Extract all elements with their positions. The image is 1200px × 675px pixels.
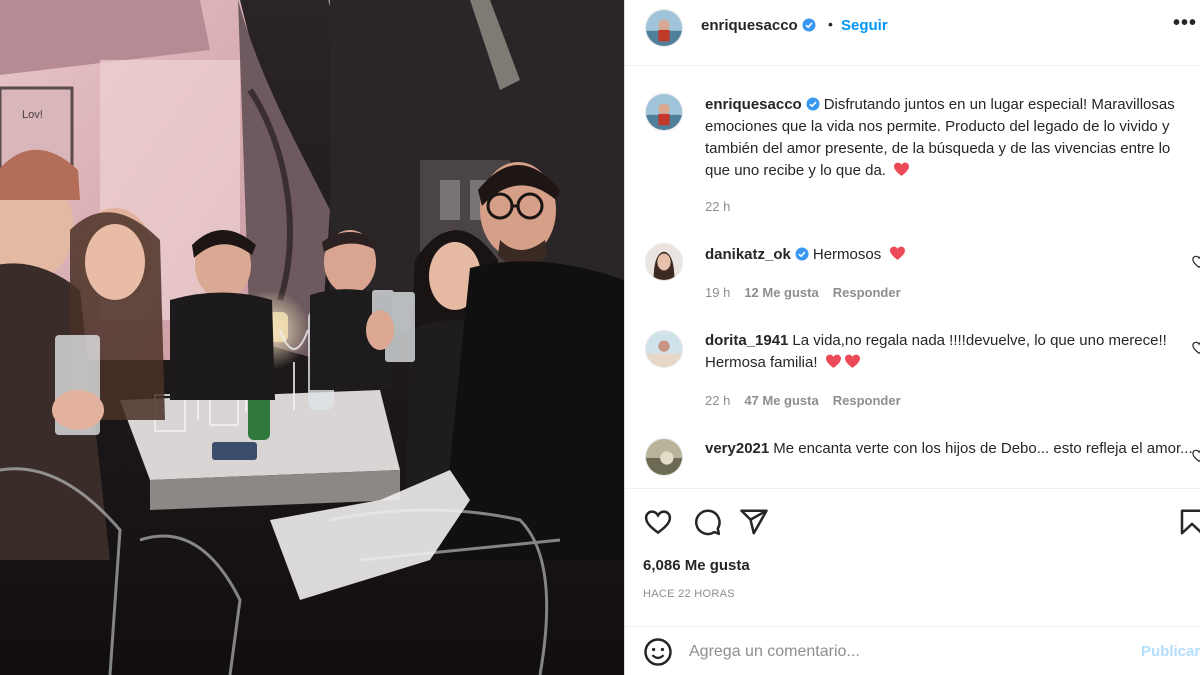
comment-likes[interactable]: 47 Me gusta: [744, 393, 818, 408]
verified-badge-icon: [806, 97, 820, 111]
comment-username[interactable]: very2021: [705, 440, 769, 457]
comments-list[interactable]: enriquesacco Disfrutando juntos en un lug…: [625, 67, 1200, 487]
comment-time: 19 h: [705, 285, 731, 300]
comment-item: dorita_1941 La vida,no regala nada !!!!de…: [705, 330, 1195, 374]
comment-meta: 22 h 47 Me gusta Responder: [705, 393, 915, 408]
like-count[interactable]: 6,086 Me gusta: [643, 557, 750, 574]
comment-item: very2021 Me encanta verte con los hijos d…: [705, 438, 1195, 460]
caption-username[interactable]: enriquesacco: [705, 96, 802, 113]
comment-text: Hermosos: [812, 246, 882, 263]
comment-like-heart-icon[interactable]: [1192, 341, 1200, 355]
caption-time: 22 h: [705, 199, 731, 214]
comment-time: 22 h: [705, 393, 731, 408]
avatar-image: [646, 244, 682, 280]
red-heart-icon: [890, 246, 906, 260]
comment-avatar[interactable]: [645, 330, 683, 368]
dinner-group-photo: Lov!: [0, 0, 624, 675]
post-timestamp: HACE 22 HORAS: [643, 588, 735, 600]
follow-button[interactable]: Seguir: [841, 17, 888, 34]
post-details-panel: enriquesacco • Seguir ••• enriquesacco Di…: [624, 0, 1200, 675]
comment-likes[interactable]: 12 Me gusta: [744, 285, 818, 300]
author-avatar[interactable]: [645, 9, 683, 47]
avatar-image: [646, 331, 682, 367]
caption-avatar[interactable]: [645, 93, 683, 131]
comment-avatar[interactable]: [645, 243, 683, 281]
avatar-image: [646, 439, 682, 475]
author-username-link[interactable]: enriquesacco: [701, 17, 816, 34]
caption: enriquesacco Disfrutando juntos en un lug…: [705, 94, 1195, 182]
post-actions: 6,086 Me gusta HACE 22 HORAS Publicar: [625, 488, 1200, 675]
avatar-image: [646, 94, 682, 130]
avatar-image: [646, 10, 682, 46]
comment-avatar[interactable]: [645, 438, 683, 476]
red-heart-icon: [825, 354, 841, 368]
red-heart-icon: [894, 162, 910, 176]
heart-icon[interactable]: [643, 507, 673, 537]
emoji-icon[interactable]: [643, 637, 673, 667]
post-header: enriquesacco • Seguir •••: [625, 0, 1200, 66]
comment-username[interactable]: dorita_1941: [705, 332, 788, 349]
photo-sign-text: Lov!: [22, 109, 43, 121]
comment-text: Me encanta verte con los hijos de Debo..…: [773, 440, 1193, 457]
add-comment-bar: Publicar: [625, 626, 1200, 675]
reply-button[interactable]: Responder: [833, 285, 901, 300]
bookmark-icon[interactable]: [1177, 507, 1200, 537]
red-heart-icon: [844, 354, 860, 368]
author-username: enriquesacco: [701, 17, 798, 34]
comment-icon[interactable]: [692, 507, 722, 537]
header-separator: •: [828, 16, 833, 32]
comment-item: danikatz_ok Hermosos: [705, 244, 1195, 266]
verified-badge-icon: [802, 18, 816, 32]
more-options-icon[interactable]: •••: [1173, 12, 1197, 35]
comment-like-heart-icon[interactable]: [1192, 449, 1200, 463]
comment-like-heart-icon[interactable]: [1192, 255, 1200, 269]
comment-input[interactable]: [689, 639, 1129, 665]
share-icon[interactable]: [739, 507, 769, 537]
caption-meta: 22 h: [705, 199, 744, 214]
comment-username[interactable]: danikatz_ok: [705, 246, 791, 263]
verified-badge-icon: [795, 247, 809, 261]
post-photo[interactable]: Lov!: [0, 0, 624, 675]
reply-button[interactable]: Responder: [833, 393, 901, 408]
publish-button[interactable]: Publicar: [1141, 643, 1200, 660]
comment-meta: 19 h 12 Me gusta Responder: [705, 285, 915, 300]
